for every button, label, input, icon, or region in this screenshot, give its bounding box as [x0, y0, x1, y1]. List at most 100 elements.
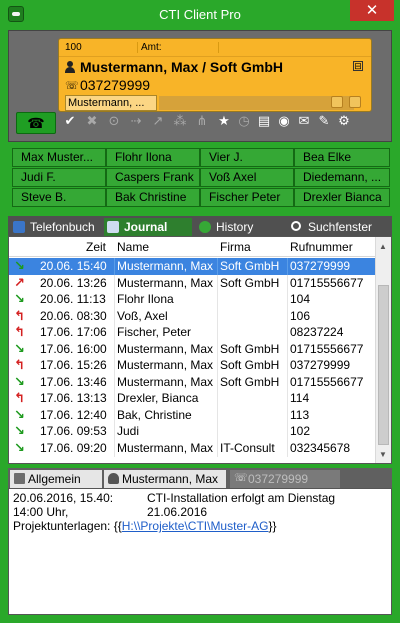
hangup-button[interactable]: ☎	[16, 112, 56, 134]
tab-contact[interactable]: Mustermann, Max	[104, 470, 226, 488]
conference-icon[interactable]: ⁂	[172, 114, 188, 130]
caller-number: 037279999	[80, 77, 151, 93]
missed-call-icon: ↰	[14, 308, 25, 324]
cancel-icon[interactable]: ✖	[84, 114, 100, 130]
detail-time: 14:00 Uhr,	[13, 505, 69, 519]
toggle-icon[interactable]: ⊙	[106, 114, 122, 130]
speed-dial-button[interactable]: Voß Axel	[200, 168, 294, 187]
speed-dial-button[interactable]: Judi F.	[12, 168, 106, 187]
column-name[interactable]: Name	[117, 240, 149, 254]
tab-suchfenster[interactable]: Suchfenster	[288, 218, 388, 236]
tab-number[interactable]: ☏ 037279999	[230, 470, 340, 488]
column-divider	[287, 439, 288, 457]
journal-row[interactable]: ↰ 17.06. 15:26 Mustermann, Max Soft GmbH 037…	[9, 357, 375, 374]
tab-allgemein[interactable]: Allgemein	[10, 470, 102, 488]
cell-name: Mustermann, Max	[117, 440, 214, 455]
detail-project-suffix: }}	[268, 519, 277, 533]
main-tabs: Telefonbuch Journal History Suchfenster	[8, 216, 392, 236]
journal-row[interactable]: ↘ 20.06. 11:13 Flohr Ilona 104	[9, 291, 375, 308]
speed-dial-button[interactable]: Bea Elke	[294, 148, 390, 167]
missed-call-icon: ↰	[14, 325, 25, 340]
journal-row[interactable]: ↘ 17.06. 16:00 Mustermann, Max Soft GmbH 017…	[9, 340, 375, 358]
cell-zeit: 17.06. 09:20	[40, 440, 107, 455]
speed-dial-button[interactable]: Vier J.	[200, 148, 294, 167]
cell-zeit: 17.06. 16:00	[40, 341, 107, 356]
tab-history[interactable]: History	[196, 218, 282, 236]
cell-zeit: 17.06. 15:26	[40, 358, 107, 372]
clock-icon[interactable]: ◷	[236, 114, 252, 130]
forward-icon[interactable]: ↗	[150, 114, 166, 130]
cell-name: Fischer, Peter	[117, 325, 192, 339]
column-divider	[217, 291, 218, 308]
detail-panel[interactable]: 20.06.2016, 15.40: CTI-Installation erfo…	[8, 488, 392, 615]
column-divider	[114, 324, 115, 341]
cell-name: Mustermann, Max	[117, 275, 214, 290]
transfer-icon[interactable]: ⇢	[128, 114, 144, 130]
check-icon[interactable]: ✔	[62, 114, 78, 130]
tab-telefonbuch[interactable]: Telefonbuch	[10, 218, 102, 236]
journal-row[interactable]: ↗ 20.06. 13:26 Mustermann, Max Soft GmbH 017…	[9, 274, 375, 292]
speed-dial-button[interactable]: Drexler Bianca	[294, 188, 390, 207]
journal-row[interactable]: ↘ 17.06. 09:20 Mustermann, Max IT-Consult 03…	[9, 439, 375, 457]
phone-icon: ☏	[234, 472, 248, 484]
column-divider	[287, 357, 288, 374]
history-icon	[199, 221, 211, 233]
tab-journal[interactable]: Journal	[104, 218, 192, 236]
search-icon	[291, 221, 301, 231]
cell-name: Bak, Christine	[117, 407, 192, 422]
journal-row[interactable]: ↰ 20.06. 08:30 Voß, Axel 106	[9, 307, 375, 325]
collapse-icon[interactable]: ⊟	[353, 61, 363, 71]
scroll-down-icon[interactable]: ▼	[379, 450, 387, 459]
call-subtab[interactable]: Mustermann, ...	[65, 95, 157, 111]
star-icon[interactable]: ★	[216, 114, 232, 130]
column-divider	[217, 340, 218, 358]
scroll-up-icon[interactable]: ▲	[379, 242, 387, 251]
cell-zeit: 17.06. 13:46	[40, 374, 107, 389]
active-call-panel[interactable]: 100 Amt: Mustermann, Max / Soft GmbH ☏ 0…	[58, 38, 372, 112]
speed-dial-button[interactable]: Fischer Peter	[200, 188, 294, 207]
speed-dial-button[interactable]: Diedemann, ...	[294, 168, 390, 187]
journal-row[interactable]: ↘ 20.06. 15:40 Mustermann, Max Soft GmbH 037…	[9, 258, 375, 275]
cell-rufnummer: 113	[290, 407, 310, 422]
column-firma[interactable]: Firma	[220, 240, 251, 254]
speed-dial-button[interactable]: Max Muster...	[12, 148, 106, 167]
column-rufnummer[interactable]: Rufnummer	[290, 240, 353, 254]
network-icon[interactable]: ⋔	[194, 114, 210, 130]
journal-row[interactable]: ↰ 17.06. 17:06 Fischer, Peter 08237224	[9, 324, 375, 341]
expand-icon[interactable]	[349, 96, 361, 108]
cell-name: Voß, Axel	[117, 308, 168, 323]
column-divider	[287, 307, 288, 325]
column-divider	[114, 291, 115, 308]
amt-field[interactable]	[169, 42, 219, 53]
info-icon[interactable]	[331, 96, 343, 108]
column-divider	[114, 274, 115, 292]
speed-dial-button[interactable]: Bak Christine	[106, 188, 200, 207]
cell-rufnummer: 01715556677	[290, 374, 364, 389]
journal-row[interactable]: ↘ 17.06. 13:46 Mustermann, Max Soft GmbH 017…	[9, 373, 375, 391]
contact-card-icon[interactable]: ▤	[256, 114, 272, 130]
column-divider	[287, 390, 288, 407]
speed-dial-button[interactable]: Steve B.	[12, 188, 106, 207]
column-divider	[217, 274, 218, 292]
mail-icon[interactable]: ✉	[296, 114, 312, 130]
note-icon[interactable]: ✎	[316, 114, 332, 130]
column-divider	[287, 340, 288, 358]
journal-row[interactable]: ↘ 17.06. 12:40 Bak, Christine 113	[9, 406, 375, 424]
column-divider	[287, 274, 288, 292]
journal-row[interactable]: ↰ 17.06. 13:13 Drexler, Bianca 114	[9, 390, 375, 407]
project-link[interactable]: H:\\Projekte\CTI\Muster-AG	[122, 519, 269, 533]
cell-rufnummer: 102	[290, 424, 311, 438]
journal-row[interactable]: ↘ 17.06. 09:53 Judi 102	[9, 423, 375, 440]
scroll-thumb[interactable]	[378, 285, 389, 445]
person-circle-icon[interactable]: ◉	[276, 114, 292, 130]
speed-dial-button[interactable]: Caspers Frank	[106, 168, 200, 187]
close-button[interactable]: ✕	[350, 0, 394, 21]
cell-rufnummer: 114	[290, 391, 310, 405]
column-divider	[287, 373, 288, 391]
speed-dial-button[interactable]: Flohr Ilona	[106, 148, 200, 167]
cell-name: Judi	[117, 424, 140, 438]
column-zeit[interactable]: Zeit	[86, 240, 106, 254]
gear-icon[interactable]: ⚙	[336, 114, 352, 130]
cell-name: Mustermann, Max	[117, 358, 214, 372]
journal-scrollbar[interactable]: ▲ ▼	[375, 237, 391, 463]
